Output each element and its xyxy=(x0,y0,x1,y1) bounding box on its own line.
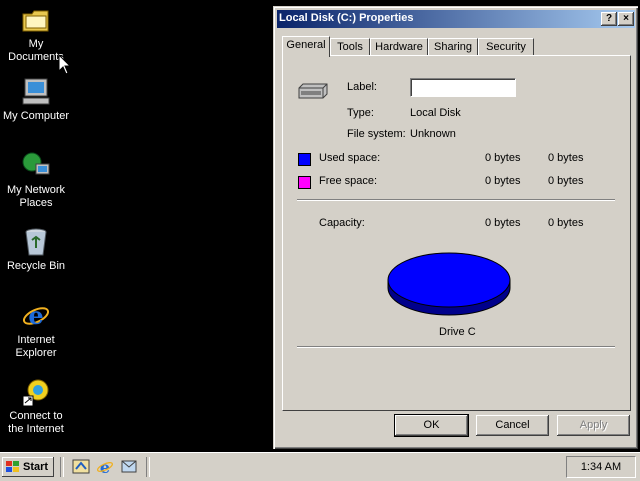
desktop-icon-label-2: Explorer xyxy=(15,347,57,359)
ok-button[interactable]: OK xyxy=(394,414,469,437)
connect-wizard-icon xyxy=(22,379,49,407)
capacity-bytes: 0 bytes xyxy=(485,217,521,229)
tab-hardware[interactable]: Hardware xyxy=(370,38,428,56)
windows-logo-icon xyxy=(6,461,19,472)
free-space-swatch xyxy=(298,176,311,189)
used-space-caption: Used space: xyxy=(319,152,381,164)
desktop-icon-internet-explorer[interactable]: e Internet Explorer xyxy=(0,300,72,360)
used-space-bytes: 0 bytes xyxy=(485,152,521,164)
taskbar-separator xyxy=(60,457,64,477)
window-title: Local Disk (C:) Properties xyxy=(279,12,414,24)
drive-caption: Drive C xyxy=(439,326,476,338)
desktop-icon-my-computer[interactable]: My Computer xyxy=(0,76,72,123)
desktop-icon-label-2: the Internet xyxy=(8,423,64,435)
desktop-icon-label: My Computer xyxy=(2,110,70,122)
tab-tools[interactable]: Tools xyxy=(330,38,370,56)
close-button[interactable]: × xyxy=(618,12,634,26)
tab-security[interactable]: Security xyxy=(478,38,534,56)
apply-button[interactable]: Apply xyxy=(557,415,630,436)
free-space-bytes: 0 bytes xyxy=(485,175,521,187)
file-system-value: Unknown xyxy=(410,128,456,140)
taskbar: Start e 1:34 AM xyxy=(0,452,640,481)
divider-bottom xyxy=(297,346,615,348)
tab-sharing[interactable]: Sharing xyxy=(428,38,478,56)
computer-icon xyxy=(22,78,50,105)
used-space-size: 0 bytes xyxy=(548,152,584,164)
label-input[interactable] xyxy=(410,78,516,97)
help-button[interactable]: ? xyxy=(601,12,617,26)
desktop-icon-label: My Network xyxy=(6,184,66,196)
desktop-icon-recycle-bin[interactable]: Recycle Bin xyxy=(0,226,72,273)
free-space-size: 0 bytes xyxy=(548,175,584,187)
divider xyxy=(297,199,615,201)
recycle-bin-icon xyxy=(25,228,47,256)
desktop-icon-network-places[interactable]: My Network Places xyxy=(0,150,72,210)
free-space-caption: Free space: xyxy=(319,175,378,187)
svg-text:e: e xyxy=(100,458,110,476)
folder-icon xyxy=(22,10,49,32)
file-system-caption: File system: xyxy=(347,128,406,140)
network-icon xyxy=(22,152,50,175)
outlook-express-icon[interactable] xyxy=(120,458,138,476)
tab-general[interactable]: General xyxy=(282,36,330,57)
desktop-icon-label: My Documents xyxy=(8,38,64,63)
general-tab-panel: Label: Type: Local Disk File system: Unk… xyxy=(282,55,631,411)
title-bar[interactable]: Local Disk (C:) Properties ? × xyxy=(277,10,635,28)
label-caption: Label: xyxy=(347,81,377,93)
mouse-cursor-icon xyxy=(59,55,71,75)
show-desktop-icon[interactable] xyxy=(72,459,90,475)
cancel-button[interactable]: Cancel xyxy=(476,415,549,436)
hard-drive-icon xyxy=(298,83,328,99)
disk-usage-pie xyxy=(387,252,511,316)
desktop-icon-label: Recycle Bin xyxy=(6,260,66,272)
start-label: Start xyxy=(23,461,49,473)
desktop-icon-label: Connect to xyxy=(9,410,63,422)
system-tray-clock[interactable]: 1:34 AM xyxy=(566,456,636,478)
type-caption: Type: xyxy=(347,107,374,119)
desktop-icon-connect-internet[interactable]: Connect to the Internet xyxy=(0,376,72,436)
internet-explorer-quick-icon[interactable]: e xyxy=(96,458,114,476)
desktop-icon-label: Internet xyxy=(17,334,55,346)
internet-explorer-icon: e xyxy=(22,301,50,330)
properties-window: Local Disk (C:) Properties ? × General T… xyxy=(273,6,638,449)
svg-text:e: e xyxy=(28,301,43,330)
taskbar-separator-2 xyxy=(146,457,150,477)
desktop-icon-label-2: Places xyxy=(19,197,53,209)
start-button[interactable]: Start xyxy=(2,457,54,477)
type-value: Local Disk xyxy=(410,107,461,119)
used-space-swatch xyxy=(298,153,311,166)
capacity-caption: Capacity: xyxy=(319,217,365,229)
capacity-size: 0 bytes xyxy=(548,217,584,229)
